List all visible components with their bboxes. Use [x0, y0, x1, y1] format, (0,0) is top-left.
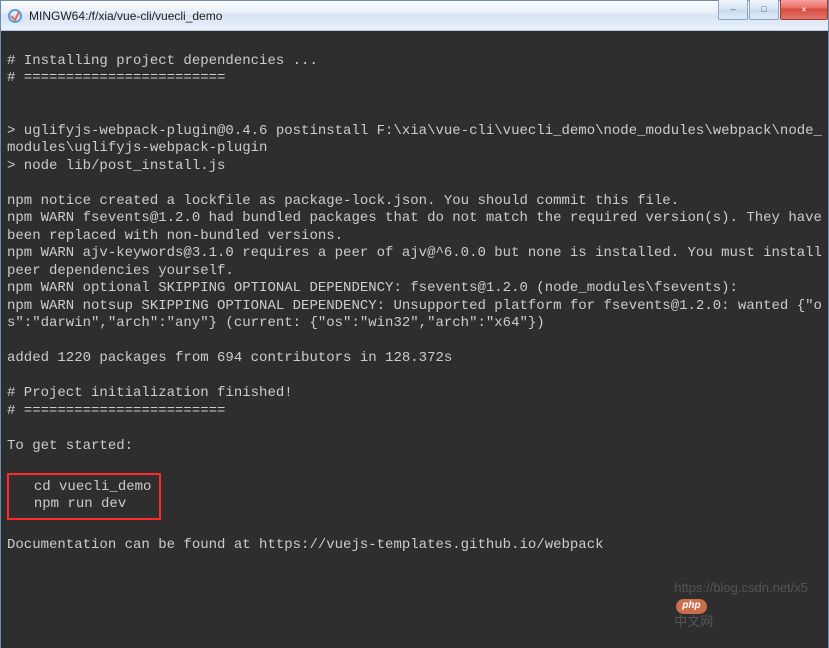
highlight-line: cd vuecli_demo: [34, 479, 152, 495]
term-line: To get started:: [7, 438, 133, 454]
term-line: # ========================: [7, 70, 225, 86]
app-window: MINGW64:/f/xia/vue-cli/vuecli_demo — □ ✕…: [0, 0, 829, 648]
window-controls: — □ ✕: [718, 0, 828, 20]
term-line: npm WARN ajv-keywords@3.1.0 requires a p…: [7, 245, 828, 279]
maximize-icon: □: [761, 5, 766, 15]
highlight-box: cd vuecli_demo npm run dev: [7, 473, 161, 520]
watermark-badge: php: [676, 599, 706, 614]
highlight-line: npm run dev: [34, 496, 126, 512]
term-line: > node lib/post_install.js: [7, 158, 225, 174]
term-line: # Installing project dependencies ...: [7, 53, 318, 69]
term-line: added 1220 packages from 694 contributor…: [7, 350, 452, 366]
watermark: https://blog.csdn.net/x5 php 中文网: [653, 564, 808, 647]
watermark-url: https://blog.csdn.net/x5: [674, 580, 808, 595]
titlebar[interactable]: MINGW64:/f/xia/vue-cli/vuecli_demo — □ ✕: [1, 1, 828, 31]
term-line: # ========================: [7, 403, 225, 419]
term-line: Documentation can be found at https://vu…: [7, 537, 604, 553]
term-line: npm WARN optional SKIPPING OPTIONAL DEPE…: [7, 280, 738, 296]
term-line: # Project initialization finished!: [7, 385, 293, 401]
window-title: MINGW64:/f/xia/vue-cli/vuecli_demo: [29, 9, 222, 23]
minimize-button[interactable]: —: [718, 0, 748, 20]
term-line: npm WARN notsup SKIPPING OPTIONAL DEPEND…: [7, 298, 822, 332]
minimize-icon: —: [730, 5, 735, 15]
app-icon: [7, 8, 23, 24]
term-line: npm notice created a lockfile as package…: [7, 193, 679, 209]
term-line: > uglifyjs-webpack-plugin@0.4.6 postinst…: [7, 123, 822, 157]
close-icon: ✕: [801, 5, 806, 15]
terminal-output[interactable]: # Installing project dependencies ... # …: [1, 31, 828, 648]
maximize-button[interactable]: □: [749, 0, 779, 20]
watermark-tail: 中文网: [674, 614, 713, 629]
term-line: npm WARN fsevents@1.2.0 had bundled pack…: [7, 210, 828, 244]
close-button[interactable]: ✕: [780, 0, 828, 20]
